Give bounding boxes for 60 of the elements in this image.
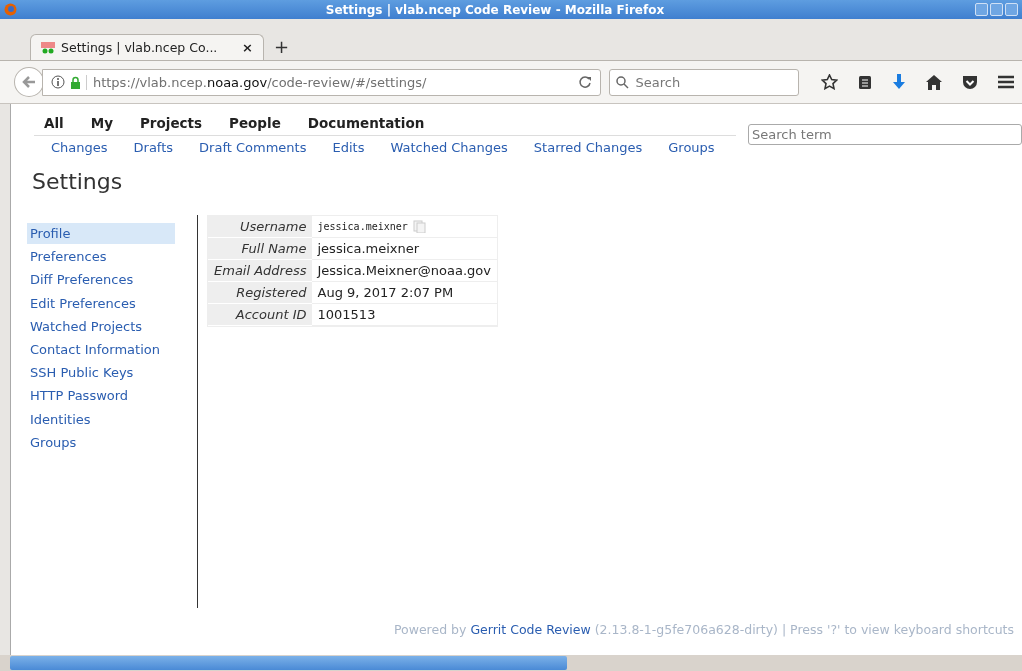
sidebar-item[interactable]: Groups: [27, 431, 175, 453]
page-title: Settings: [32, 169, 124, 194]
field-value: jessica.meixner: [311, 238, 497, 260]
minimize-button[interactable]: [975, 3, 988, 16]
sidebar-item[interactable]: HTTP Password: [27, 385, 175, 407]
clipboard-icon[interactable]: [858, 74, 872, 90]
lock-icon: [69, 75, 81, 89]
field-label: Registered: [208, 282, 312, 304]
submenu-link[interactable]: Starred Changes: [533, 140, 643, 155]
sidebar-item[interactable]: Watched Projects: [27, 315, 175, 337]
star-icon[interactable]: [821, 74, 838, 90]
close-button[interactable]: [1005, 3, 1018, 16]
field-value: 1001513: [311, 304, 497, 326]
maximize-button[interactable]: [990, 3, 1003, 16]
menu-link[interactable]: All: [44, 115, 64, 131]
field-value: Aug 9, 2017 2:07 PM: [311, 282, 497, 304]
footer-text: Powered by Gerrit Code Review (2.13.8-1-g5fe706a628-dirty) | Press '?' to view keyboard shortcuts: [393, 622, 1014, 637]
new-tab-button[interactable]: +: [274, 36, 290, 57]
gerrit-icon: [41, 41, 55, 54]
sidebar-item[interactable]: SSH Public Keys: [27, 362, 175, 384]
field-label: Account ID: [208, 304, 312, 326]
gerrit-link[interactable]: Gerrit Code Review: [470, 622, 591, 637]
field-value: jessica.meixner: [311, 216, 497, 238]
home-icon[interactable]: [926, 74, 942, 90]
sidebar-item[interactable]: Contact Information: [27, 338, 175, 360]
download-icon[interactable]: [892, 74, 906, 90]
field-label: Username: [208, 216, 312, 238]
reload-icon[interactable]: [578, 75, 593, 89]
info-icon: [50, 75, 65, 89]
horizontal-scrollbar[interactable]: [0, 655, 1022, 671]
back-arrow-icon: [21, 76, 36, 88]
submenu-link[interactable]: Watched Changes: [390, 140, 508, 155]
submenu-link[interactable]: Edits: [332, 140, 365, 155]
menu-link[interactable]: People: [229, 115, 281, 131]
menu-icon[interactable]: [998, 75, 1014, 89]
field-label: Email Address: [208, 260, 312, 282]
pocket-icon[interactable]: [962, 74, 978, 90]
firefox-icon: [4, 3, 17, 16]
search-icon: [616, 75, 630, 89]
menu-link[interactable]: Documentation: [307, 115, 425, 131]
submenu-link[interactable]: Draft Comments: [199, 140, 307, 155]
menu-link[interactable]: My: [90, 115, 113, 131]
search-field[interactable]: Search term: [748, 124, 1022, 145]
address-bar[interactable]: https://vlab.ncep.noaa.gov/code-review/#/settings/: [41, 68, 602, 96]
back-button[interactable]: [14, 67, 44, 97]
sidebar-item[interactable]: Edit Preferences: [27, 292, 175, 314]
submenu-link[interactable]: Groups: [668, 140, 715, 155]
menu-link[interactable]: Projects: [139, 115, 203, 131]
browser-search-field[interactable]: Search: [609, 68, 799, 96]
field-value: Jessica.Meixner@noaa.gov: [311, 260, 497, 282]
sidebar-item[interactable]: Identities: [27, 408, 175, 430]
submenu-link[interactable]: Changes: [51, 140, 108, 155]
browser-tab[interactable]: Settings | vlab.ncep Co... ×: [30, 34, 264, 60]
window-title: Settings | vlab.ncep Code Review - Mozilla Firefox: [324, 2, 666, 17]
sidebar-item[interactable]: Diff Preferences: [27, 269, 175, 291]
close-tab-button[interactable]: ×: [242, 40, 253, 55]
sidebar-item[interactable]: Preferences: [27, 246, 175, 268]
sidebar-item[interactable]: Profile: [27, 223, 175, 244]
field-label: Full Name: [208, 238, 312, 260]
submenu-link[interactable]: Drafts: [133, 140, 174, 155]
